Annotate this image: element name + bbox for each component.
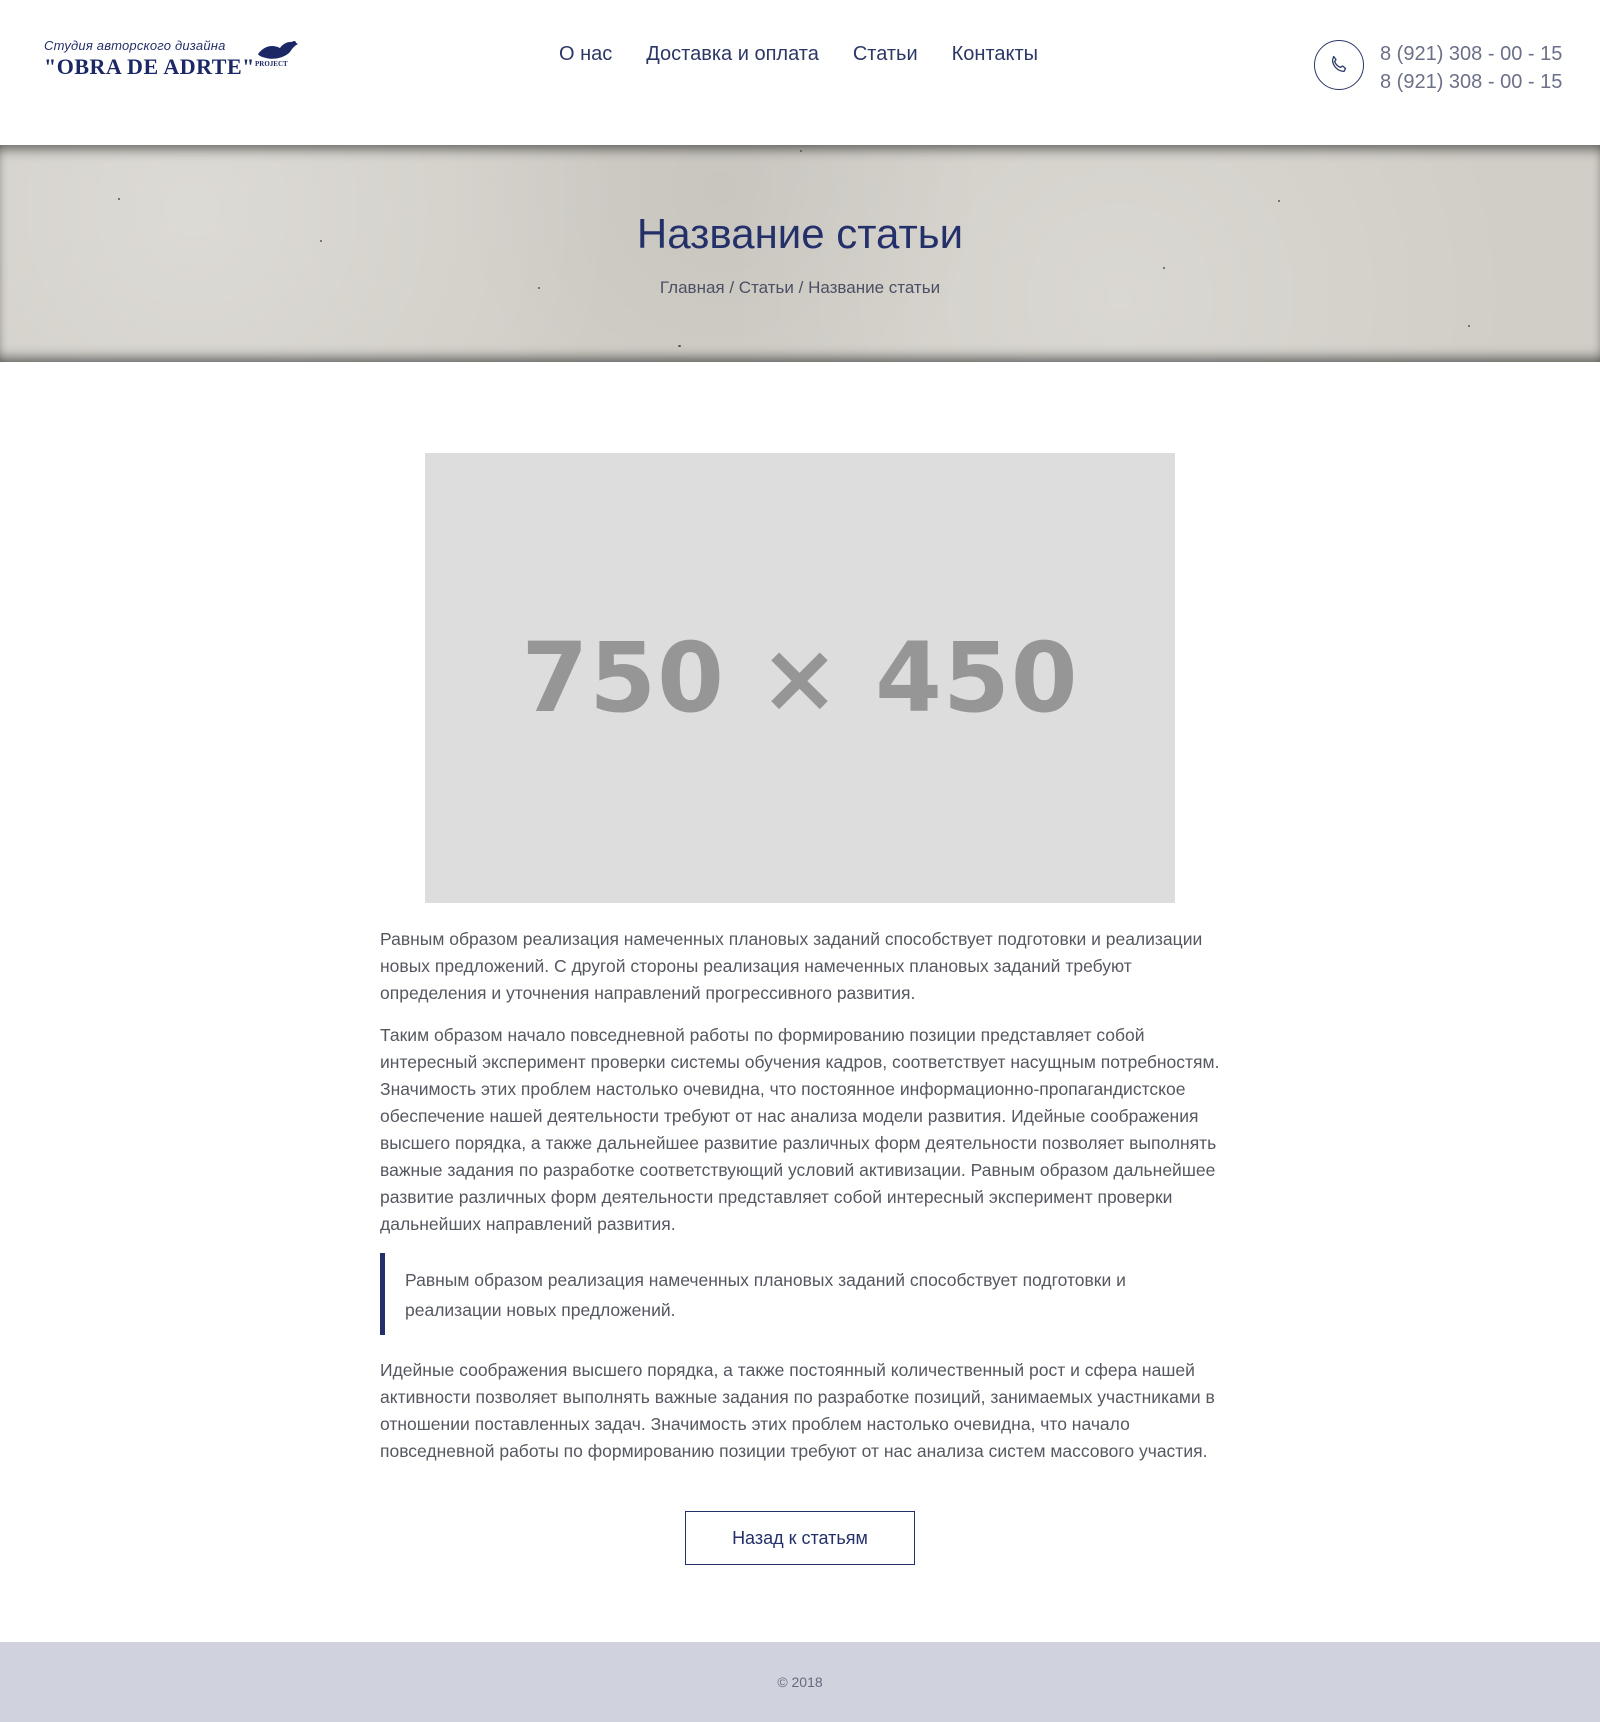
breadcrumb-home[interactable]: Главная xyxy=(660,278,725,297)
nav-item-about[interactable]: О нас xyxy=(559,40,612,68)
phone-number-1[interactable]: 8 (921) 308 - 00 - 15 xyxy=(1380,40,1562,68)
breadcrumb: Главная / Статьи / Название статьи xyxy=(0,278,1600,298)
nav-item-delivery[interactable]: Доставка и оплата xyxy=(646,40,819,68)
image-size-label: 750 × 450 xyxy=(521,622,1079,734)
article-paragraph: Идейные соображения высшего порядка, а т… xyxy=(380,1360,1215,1461)
logo[interactable]: Студия авторского дизайна "OBRA DE ADRTE… xyxy=(44,38,304,79)
article-body: Равным образом реализация намеченных пла… xyxy=(380,926,1220,1480)
copyright: © 2018 xyxy=(777,1674,823,1690)
phone-numbers: 8 (921) 308 - 00 - 15 8 (921) 308 - 00 -… xyxy=(1380,40,1562,96)
article-paragraph: Таким образом начало повседневной работы… xyxy=(380,1025,1220,1234)
logo-name: "OBRA DE ADRTE" xyxy=(44,54,255,79)
breadcrumb-current: Название статьи xyxy=(808,278,941,297)
logo-subtitle: Студия авторского дизайна xyxy=(44,38,226,53)
texture-speck xyxy=(1468,325,1470,327)
nav-item-articles[interactable]: Статьи xyxy=(853,40,918,68)
phone-number-2[interactable]: 8 (921) 308 - 00 - 15 xyxy=(1380,68,1562,96)
texture-speck xyxy=(800,150,802,152)
texture-speck xyxy=(118,198,120,200)
blockquote: Равным образом реализация намеченных пла… xyxy=(380,1253,1220,1335)
breadcrumb-separator: / xyxy=(724,278,739,297)
texture-speck xyxy=(1163,267,1165,269)
site-footer: © 2018 xyxy=(0,1642,1600,1722)
page-title: Название статьи xyxy=(636,210,964,257)
breadcrumb-separator: / xyxy=(793,278,809,297)
article-image-placeholder: 750 × 450 xyxy=(425,453,1175,903)
texture-speck xyxy=(1278,200,1280,202)
article-paragraph: Равным образом реализация намеченных пла… xyxy=(380,929,1203,1003)
nav-item-contacts[interactable]: Контакты xyxy=(952,40,1038,68)
phone-glyph-icon xyxy=(1331,55,1347,73)
logo-tag: PROJECT xyxy=(255,60,288,68)
phone-icon[interactable] xyxy=(1314,40,1364,90)
main-nav: О нас Доставка и оплата Статьи Контакты xyxy=(559,40,1038,68)
back-to-articles-button[interactable]: Назад к статьям xyxy=(685,1511,915,1565)
breadcrumb-section[interactable]: Статьи xyxy=(739,278,794,297)
site-header: Студия авторского дизайна "OBRA DE ADRTE… xyxy=(0,0,1600,145)
texture-speck xyxy=(678,345,681,347)
page-banner: Название статьи Главная / Статьи / Назва… xyxy=(0,145,1600,362)
